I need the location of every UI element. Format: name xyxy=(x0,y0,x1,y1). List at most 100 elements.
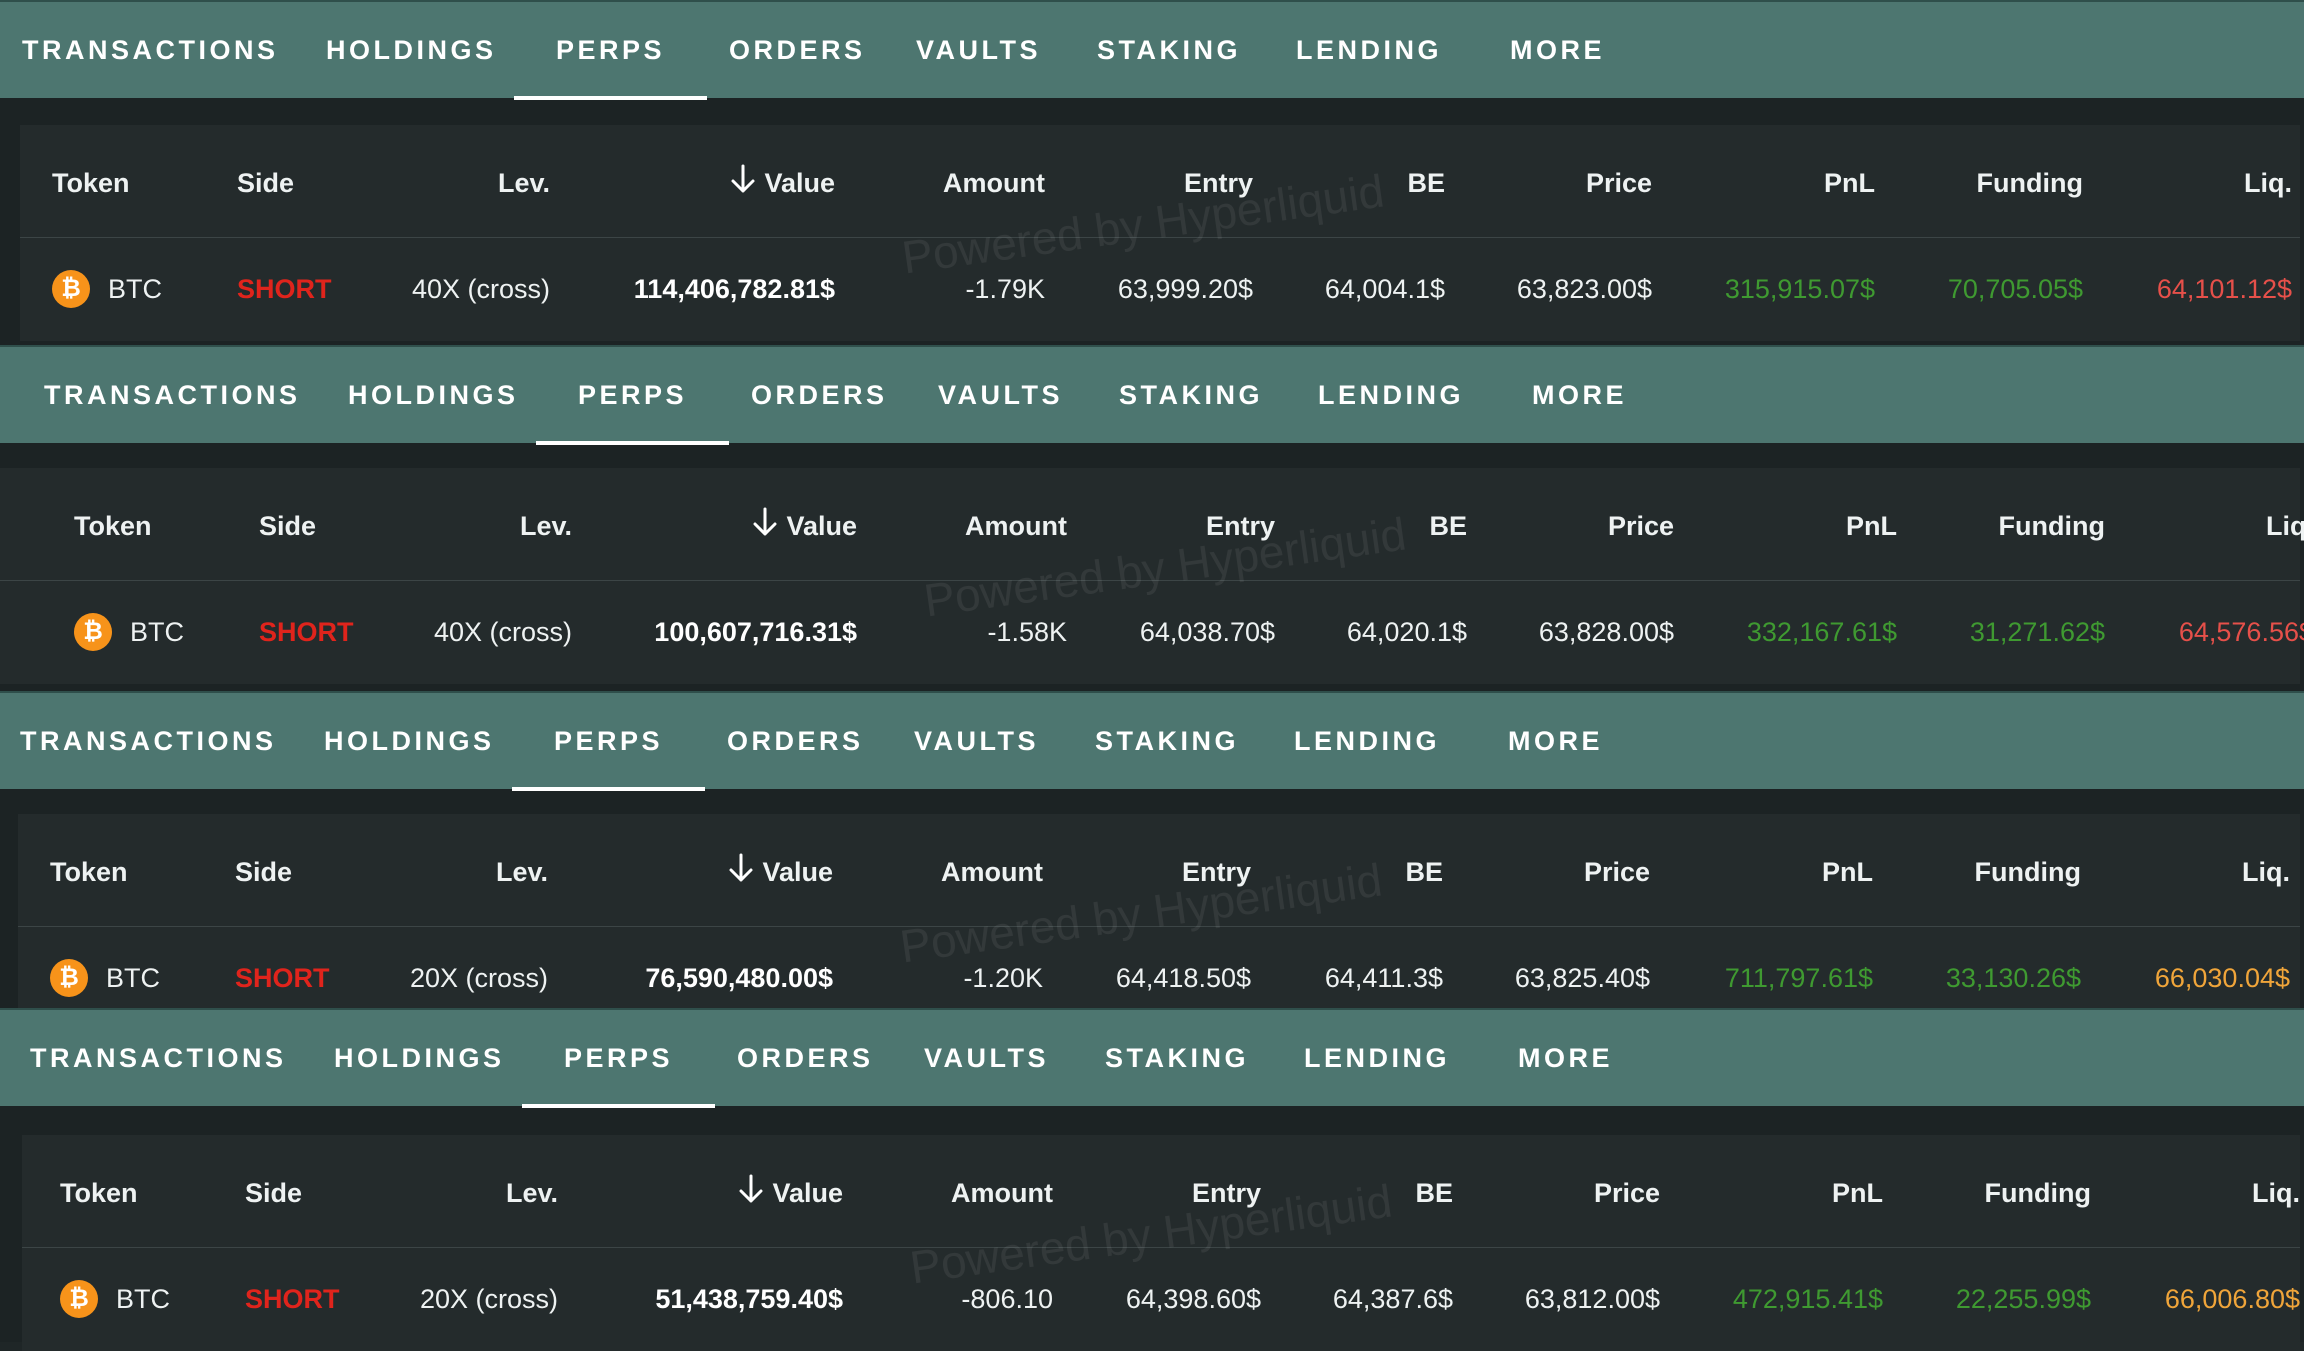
cell-price: 63,828.00$ xyxy=(1538,617,1674,647)
cell-entry: 64,038.70$ xyxy=(1139,617,1275,647)
header-funding: Funding xyxy=(1998,511,2105,541)
cell-be: 64,004.1$ xyxy=(1324,274,1445,304)
header-side: Side xyxy=(245,1178,303,1208)
header-funding: Funding xyxy=(1974,857,2081,887)
tab-vaults[interactable]: VAULTS xyxy=(938,347,1063,443)
header-liq: Liq. xyxy=(2242,857,2290,887)
tab-orders[interactable]: ORDERS xyxy=(727,693,864,789)
perps-panel: TRANSACTIONS HOLDINGS PERPS ORDERS VAULTS STA… xyxy=(0,345,2304,691)
header-amount: Amount xyxy=(941,857,1043,887)
tab-perps[interactable]: PERPS xyxy=(535,347,730,445)
cell-pnl: 315,915.07$ xyxy=(1724,274,1875,304)
bitcoin-icon: ₿ xyxy=(50,959,88,997)
tab-perps[interactable]: PERPS xyxy=(511,693,706,791)
cell-side: SHORT xyxy=(245,1284,340,1314)
perps-panel: TRANSACTIONS HOLDINGS PERPS ORDERS VAULTS STA… xyxy=(0,0,2304,345)
cell-value: 100,607,716.31$ xyxy=(654,617,857,647)
header-token: Token xyxy=(60,1178,138,1208)
header-side: Side xyxy=(259,511,317,541)
token-symbol: BTC xyxy=(106,963,160,993)
header-amount: Amount xyxy=(965,511,1067,541)
cell-price: 63,812.00$ xyxy=(1524,1284,1660,1314)
header-value[interactable]: Value xyxy=(738,1135,843,1253)
arrow-down-icon xyxy=(738,1137,764,1253)
tab-vaults[interactable]: VAULTS xyxy=(924,1010,1049,1106)
tab-orders[interactable]: ORDERS xyxy=(729,2,866,98)
tab-more[interactable]: MORE xyxy=(1532,347,1627,443)
token-symbol: BTC xyxy=(108,274,162,304)
cell-lev: 20X (cross) xyxy=(419,1284,558,1314)
tab-holdings[interactable]: HOLDINGS xyxy=(334,1010,505,1106)
tab-holdings[interactable]: HOLDINGS xyxy=(348,347,519,443)
positions-table: Token Side Lev. Value Amount Entry BE Price PnL F… xyxy=(22,1135,2300,1351)
cell-entry: 64,398.60$ xyxy=(1125,1284,1261,1314)
cell-lev: 40X (cross) xyxy=(411,274,550,304)
tab-vaults[interactable]: VAULTS xyxy=(916,2,1041,98)
tab-vaults[interactable]: VAULTS xyxy=(914,693,1039,789)
table-row[interactable]: ₿ BTC SHORT 40X (cross) 114,406,782.81$ -1.79… xyxy=(20,237,2300,341)
cell-price: 63,823.00$ xyxy=(1516,274,1652,304)
header-pnl: PnL xyxy=(1824,168,1875,198)
bitcoin-icon: ₿ xyxy=(74,613,112,651)
tab-staking[interactable]: STAKING xyxy=(1095,693,1239,789)
tab-staking[interactable]: STAKING xyxy=(1119,347,1263,443)
tab-staking[interactable]: STAKING xyxy=(1097,2,1241,98)
positions-table: Token Side Lev. Value Amount Entry BE Price PnL F… xyxy=(20,125,2300,341)
tab-bar: TRANSACTIONS HOLDINGS PERPS ORDERS VAULTS STA… xyxy=(0,1008,2304,1108)
tab-lending[interactable]: LENDING xyxy=(1304,1010,1450,1106)
tab-perps[interactable]: PERPS xyxy=(521,1010,716,1108)
bitcoin-icon: ₿ xyxy=(52,270,90,308)
tab-lending[interactable]: LENDING xyxy=(1294,693,1440,789)
positions-table: Token Side Lev. Value Amount Entry BE Price PnL F… xyxy=(18,814,2300,1030)
cell-token: ₿ BTC xyxy=(60,1247,170,1351)
tab-more[interactable]: MORE xyxy=(1508,693,1603,789)
cell-pnl: 332,167.61$ xyxy=(1746,617,1897,647)
header-value[interactable]: Value xyxy=(730,125,835,243)
table-row[interactable]: ₿ BTC SHORT 40X (cross) 100,607,716.31$ -1.58… xyxy=(0,580,2304,684)
tab-lending[interactable]: LENDING xyxy=(1318,347,1464,443)
tab-holdings[interactable]: HOLDINGS xyxy=(326,2,497,98)
header-entry: Entry xyxy=(1183,168,1253,198)
header-lev: Lev. xyxy=(505,1178,558,1208)
cell-liq: 64,576.56$ xyxy=(2178,617,2304,647)
header-value-label: Value xyxy=(786,511,857,541)
cell-funding: 22,255.99$ xyxy=(1955,1284,2091,1314)
tab-orders[interactable]: ORDERS xyxy=(751,347,888,443)
perps-panel: TRANSACTIONS HOLDINGS PERPS ORDERS VAULTS STA… xyxy=(0,1008,2304,1351)
tab-transactions[interactable]: TRANSACTIONS xyxy=(44,347,301,443)
tab-staking[interactable]: STAKING xyxy=(1105,1010,1249,1106)
header-value[interactable]: Value xyxy=(728,814,833,932)
header-value[interactable]: Value xyxy=(752,468,857,586)
tab-holdings[interactable]: HOLDINGS xyxy=(324,693,495,789)
tab-orders[interactable]: ORDERS xyxy=(737,1010,874,1106)
table-header: Token Side Lev. Value Amount Entry BE Price PnL F… xyxy=(18,814,2300,927)
bitcoin-icon: ₿ xyxy=(60,1280,98,1318)
header-lev: Lev. xyxy=(519,511,572,541)
tab-transactions[interactable]: TRANSACTIONS xyxy=(30,1010,287,1106)
header-token: Token xyxy=(50,857,128,887)
header-price: Price xyxy=(1583,857,1650,887)
tab-more[interactable]: MORE xyxy=(1518,1010,1613,1106)
cell-value: 114,406,782.81$ xyxy=(633,274,835,304)
header-lev: Lev. xyxy=(495,857,548,887)
tab-perps[interactable]: PERPS xyxy=(513,2,708,100)
tab-bar: TRANSACTIONS HOLDINGS PERPS ORDERS VAULTS STA… xyxy=(0,691,2304,791)
cell-value: 51,438,759.40$ xyxy=(655,1284,843,1314)
tab-transactions[interactable]: TRANSACTIONS xyxy=(20,693,277,789)
cell-token: ₿ BTC xyxy=(74,580,184,684)
table-row[interactable]: ₿ BTC SHORT 20X (cross) 51,438,759.40$ -806.1… xyxy=(22,1247,2300,1351)
header-funding: Funding xyxy=(1984,1178,2091,1208)
tab-bar: TRANSACTIONS HOLDINGS PERPS ORDERS VAULTS STA… xyxy=(0,345,2304,445)
header-value-label: Value xyxy=(772,1178,843,1208)
cell-amount: -1.79K xyxy=(965,274,1045,304)
cell-amount: -1.58K xyxy=(987,617,1067,647)
tab-bar: TRANSACTIONS HOLDINGS PERPS ORDERS VAULTS STA… xyxy=(0,0,2304,100)
tab-lending[interactable]: LENDING xyxy=(1296,2,1442,98)
header-pnl: PnL xyxy=(1846,511,1897,541)
header-lev: Lev. xyxy=(497,168,550,198)
cell-be: 64,387.6$ xyxy=(1332,1284,1453,1314)
tab-more[interactable]: MORE xyxy=(1510,2,1605,98)
cell-liq: 64,101.12$ xyxy=(2156,274,2292,304)
tab-transactions[interactable]: TRANSACTIONS xyxy=(22,2,279,98)
cell-pnl: 472,915.41$ xyxy=(1732,1284,1883,1314)
